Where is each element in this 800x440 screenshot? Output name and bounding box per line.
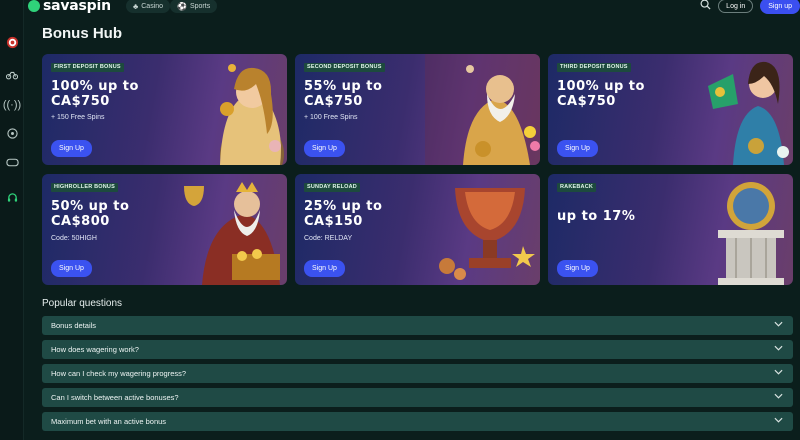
left-sidebar: ((·)): [0, 0, 24, 440]
page-title: Bonus Hub: [42, 25, 122, 42]
gamepad-icon[interactable]: [0, 152, 24, 172]
trophy-illustration: [439, 188, 535, 280]
soccer-ball-icon[interactable]: [0, 123, 24, 143]
bonus-headline: up to 17%: [557, 209, 636, 224]
bonus-subtext: + 100 Free Spins: [304, 114, 358, 121]
bonus-card-first-deposit[interactable]: FIRST DEPOSIT BONUS 100% up to CA$750 + …: [42, 54, 287, 165]
chevron-down-icon: [774, 416, 783, 425]
bonus-card-highroller[interactable]: HIGHROLLER BONUS 50% up to CA$800 Code: …: [42, 174, 287, 285]
faq-item[interactable]: How can I check my wagering progress?: [42, 364, 793, 383]
bonus-card-rakeback[interactable]: RAKEBACK up to 17% Sign Up: [548, 174, 793, 285]
top-bar: savaspin ♣ Casino ⚽ Sports Log in Sign u…: [24, 0, 800, 16]
goddess-illustration: [220, 64, 284, 165]
chevron-down-icon: [774, 368, 783, 377]
faq-question: Can I switch between active bonuses?: [51, 393, 179, 402]
bonus-headline: 25% up to CA$150: [304, 199, 383, 229]
casino-chip-icon: ♣: [133, 1, 139, 11]
faq-item[interactable]: Can I switch between active bonuses?: [42, 388, 793, 407]
brand-logo[interactable]: savaspin: [28, 0, 111, 15]
bonus-signup-button[interactable]: Sign Up: [557, 140, 598, 157]
zeus-illustration: [425, 54, 540, 165]
bonus-headline: 50% up to CA$800: [51, 199, 130, 229]
bonus-subtext: + 150 Free Spins: [51, 114, 105, 121]
signup-button[interactable]: Sign up: [760, 0, 800, 14]
top-actions: Log in Sign up: [700, 0, 800, 14]
bonus-signup-button[interactable]: Sign Up: [51, 260, 92, 277]
bonus-signup-button[interactable]: Sign Up: [304, 260, 345, 277]
login-button[interactable]: Log in: [718, 0, 754, 13]
chevron-down-icon: [774, 320, 783, 329]
soccer-ball-icon: ⚽: [177, 1, 187, 11]
bonus-tag: FIRST DEPOSIT BONUS: [51, 63, 124, 72]
bonus-tag: HIGHROLLER BONUS: [51, 183, 118, 192]
nav-casino[interactable]: ♣ Casino: [126, 0, 171, 13]
nav-casino-label: Casino: [141, 2, 164, 10]
bonus-headline: 100% up to CA$750: [557, 79, 645, 109]
faq-question: How does wagering work?: [51, 345, 139, 354]
hostess-illustration: [708, 61, 789, 165]
bonus-headline: 100% up to CA$750: [51, 79, 139, 109]
search-icon[interactable]: [700, 0, 711, 13]
king-treasure-illustration: [184, 182, 280, 285]
bonus-tag: SECOND DEPOSIT BONUS: [304, 63, 385, 72]
faq-question: Maximum bet with an active bonus: [51, 417, 167, 426]
bonus-subtext: Code: RELDAY: [304, 235, 353, 242]
bonus-card-second-deposit[interactable]: SECOND DEPOSIT BONUS 55% up to CA$750 + …: [295, 54, 540, 165]
nav-sports-label: Sports: [189, 2, 211, 10]
bonus-signup-button[interactable]: Sign Up: [557, 260, 598, 277]
bonus-signup-button[interactable]: Sign Up: [51, 140, 92, 157]
bonus-signup-button[interactable]: Sign Up: [304, 140, 345, 157]
brand-mark-icon: [28, 0, 40, 12]
dartboard-icon[interactable]: [0, 32, 24, 52]
faq-title: Popular questions: [42, 298, 123, 309]
chevron-down-icon: [774, 344, 783, 353]
broadcast-icon[interactable]: ((·)): [0, 95, 24, 115]
bonus-headline: 55% up to CA$750: [304, 79, 383, 109]
nav-sports[interactable]: ⚽ Sports: [170, 0, 218, 13]
rakeback-pillar-illustration: [718, 182, 784, 285]
bonus-tag: RAKEBACK: [557, 183, 597, 192]
bonus-subtext: Code: 50HIGH: [51, 235, 97, 242]
brand-name: savaspin: [43, 0, 111, 14]
chevron-down-icon: [774, 392, 783, 401]
faq-item[interactable]: Maximum bet with an active bonus: [42, 412, 793, 431]
faq-item[interactable]: How does wagering work?: [42, 340, 793, 359]
faq-question: Bonus details: [51, 321, 97, 330]
faq-item[interactable]: Bonus details: [42, 316, 793, 335]
bonus-tag: SUNDAY RELOAD: [304, 183, 360, 192]
headset-icon[interactable]: [0, 187, 24, 207]
bonus-tag: THIRD DEPOSIT BONUS: [557, 63, 631, 72]
bonus-card-third-deposit[interactable]: THIRD DEPOSIT BONUS 100% up to CA$750 Si…: [548, 54, 793, 165]
bonus-card-sunday-reload[interactable]: SUNDAY RELOAD 25% up to CA$150 Code: REL…: [295, 174, 540, 285]
bicycle-icon[interactable]: [0, 65, 24, 85]
faq-question: How can I check my wagering progress?: [51, 369, 187, 378]
